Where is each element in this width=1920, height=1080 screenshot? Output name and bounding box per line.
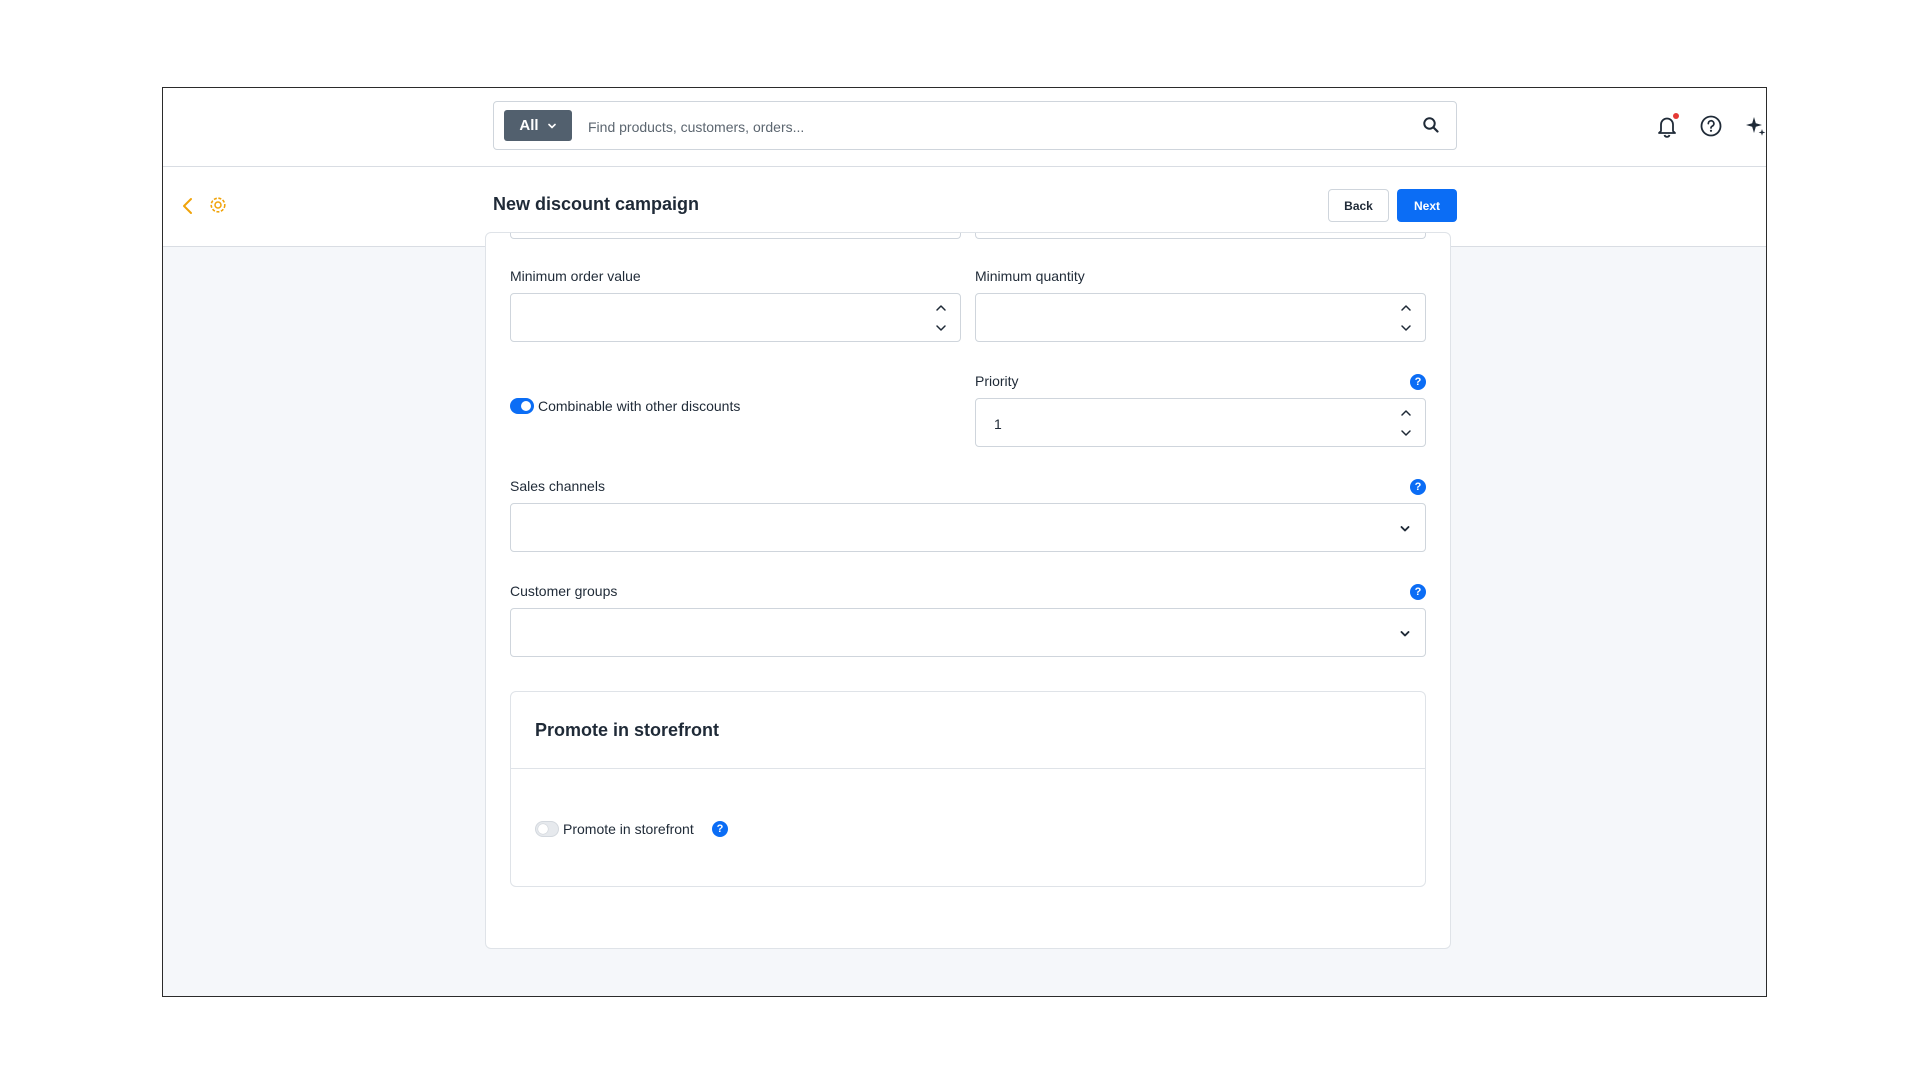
min-quantity-stepper [1399,301,1413,335]
combinable-toggle[interactable] [510,398,534,414]
chevron-up-icon[interactable] [1399,406,1413,420]
search-scope-dropdown[interactable]: All [504,110,572,141]
help-button[interactable] [1698,113,1724,139]
storefront-section-header: Promote in storefront [511,692,1425,769]
sales-channels-select[interactable] [510,503,1426,552]
page-title: New discount campaign [493,194,700,214]
customer-groups-select[interactable] [510,608,1426,657]
notification-dot [1673,113,1679,119]
min-order-value-label: Minimum order value [510,268,641,284]
storefront-section: Promote in storefront Promote in storefr… [510,691,1426,887]
customer-groups-help-icon[interactable]: ? [1410,584,1426,600]
search-scope-label: All [519,117,539,134]
sales-channels-label: Sales channels [510,478,605,494]
discount-settings-icon [210,197,226,213]
top-bar: All [163,88,1766,167]
discount-form-card: Minimum order value Minimum quantity Com… [485,232,1451,949]
notifications-button[interactable] [1654,113,1680,139]
chevron-left-icon[interactable] [181,197,195,215]
search-icon[interactable] [1422,116,1440,134]
sales-channels-help-icon[interactable]: ? [1410,479,1426,495]
storefront-section-title: Promote in storefront [535,720,720,740]
field-above-left [510,233,961,239]
field-above-right [975,233,1426,239]
chevron-down-icon[interactable] [1399,426,1413,440]
combinable-label: Combinable with other discounts [538,398,741,414]
customer-groups-label: Customer groups [510,583,618,599]
min-quantity-label: Minimum quantity [975,268,1085,284]
priority-help-icon[interactable]: ? [1410,374,1426,390]
promote-storefront-label: Promote in storefront [563,821,694,837]
search-input[interactable] [586,108,1390,146]
min-order-value-input[interactable] [527,306,911,332]
promote-storefront-help-icon[interactable]: ? [712,821,728,837]
min-order-value-stepper [934,301,948,335]
chevron-down-icon [1400,631,1410,637]
chevron-up-icon[interactable] [1399,301,1413,315]
priority-label: Priority [975,373,1019,389]
global-search: All [493,101,1457,150]
back-button[interactable]: Back [1328,189,1389,222]
toggle-knob [538,824,548,834]
app-window: All Find products, customers, orders... … [162,87,1767,997]
min-quantity-field [975,293,1426,342]
priority-stepper [1399,406,1413,440]
priority-input[interactable] [992,411,1376,437]
assistant-button[interactable] [1742,113,1766,139]
chevron-down-icon [547,123,556,128]
min-order-value-field [510,293,961,342]
chevron-down-icon[interactable] [934,321,948,335]
toggle-knob [521,401,531,411]
promote-storefront-toggle[interactable] [535,821,559,837]
priority-field [975,398,1426,447]
chevron-down-icon [1400,526,1410,532]
chevron-up-icon[interactable] [934,301,948,315]
sparkles-icon [1746,117,1766,136]
question-circle-icon [1700,115,1722,137]
chevron-down-icon[interactable] [1399,321,1413,335]
next-button[interactable]: Next [1397,189,1457,222]
min-quantity-input[interactable] [992,306,1376,332]
